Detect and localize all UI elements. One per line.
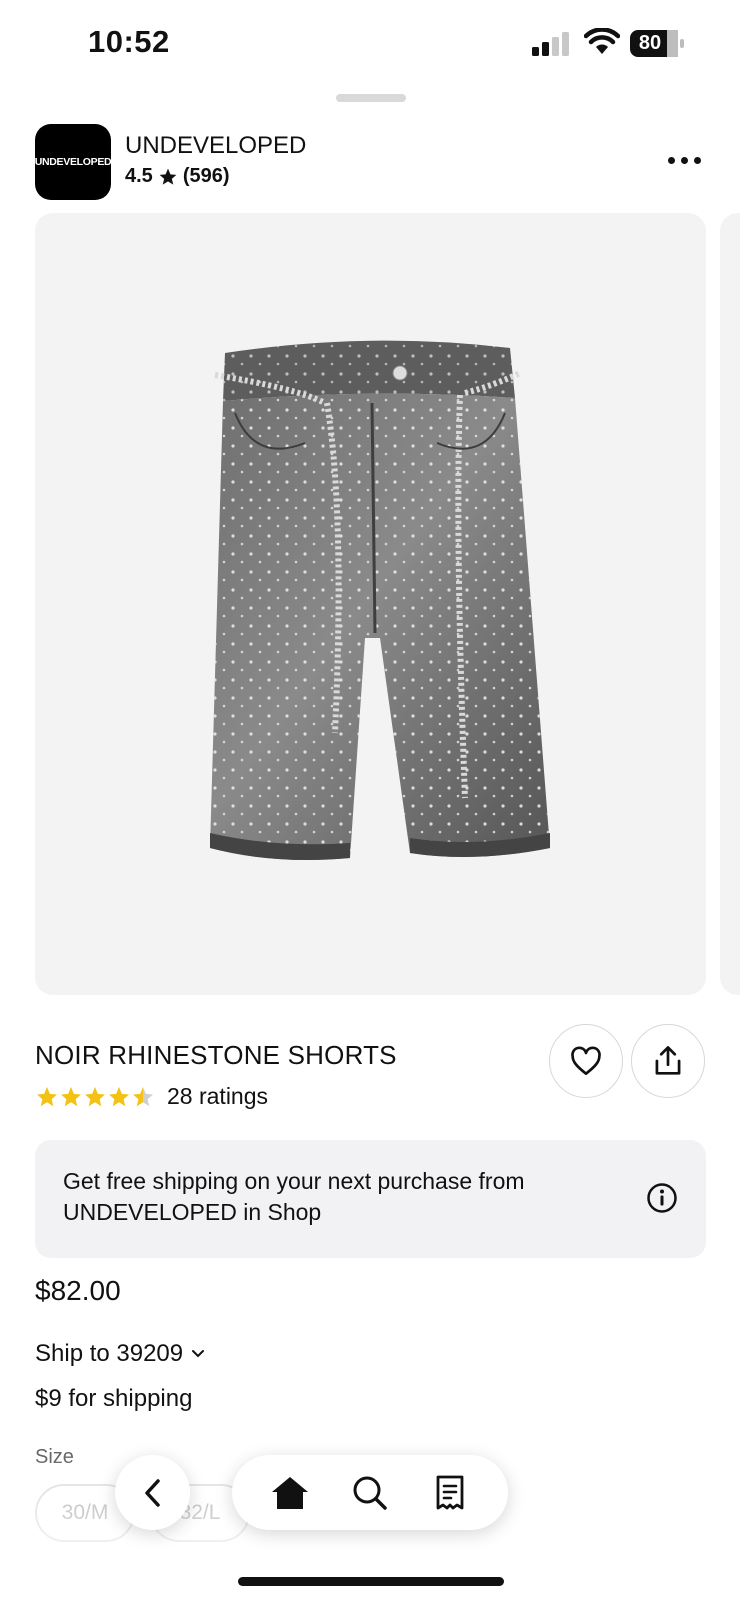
heart-icon — [571, 1046, 601, 1075]
ratings-count: 28 ratings — [167, 1083, 269, 1109]
sheet-grabber[interactable] — [336, 94, 406, 102]
home-indicator — [238, 1577, 504, 1586]
chevron-left-icon — [144, 1478, 160, 1507]
receipt-icon — [436, 1475, 464, 1509]
battery-level: 80 — [638, 32, 662, 54]
wifi-icon — [584, 28, 620, 54]
nav-orders[interactable] — [425, 1468, 475, 1518]
nav-search[interactable] — [345, 1468, 395, 1518]
product-title: NOIR RHINESTONE SHORTS — [35, 1040, 397, 1070]
shop-rating: 4.5 (596) — [125, 165, 230, 188]
size-label: Size — [35, 1446, 74, 1468]
next-image-peek[interactable] — [720, 213, 740, 995]
home-icon — [272, 1476, 308, 1509]
bottom-nav — [232, 1455, 508, 1530]
shop-name[interactable]: UNDEVELOPED — [125, 132, 306, 160]
status-bar: 10:52 80 — [0, 0, 740, 90]
ship-to-label: Ship to 39209 — [35, 1340, 184, 1367]
rating-star — [37, 1086, 57, 1106]
shop-logo-text: UNDEVELOPED — [34, 156, 112, 168]
shop-logo[interactable]: UNDEVELOPED — [34, 124, 112, 200]
more-options-icon[interactable] — [668, 150, 708, 170]
favorite-button[interactable] — [549, 1024, 623, 1098]
star-icon — [159, 168, 177, 185]
product-rating[interactable]: 28 ratings — [35, 1083, 268, 1110]
shipping-cost: $9 for shipping — [35, 1385, 193, 1412]
share-icon — [655, 1046, 681, 1075]
product-image-card[interactable] — [35, 213, 706, 995]
shop-review-count: (596) — [182, 165, 230, 187]
star-rating-icons — [37, 1086, 153, 1106]
status-time: 10:52 — [88, 24, 170, 59]
back-button[interactable] — [115, 1455, 190, 1530]
share-button[interactable] — [631, 1024, 705, 1098]
battery-icon: 80 — [630, 30, 684, 57]
rating-star — [85, 1086, 105, 1106]
rating-star — [61, 1086, 81, 1106]
nav-home[interactable] — [265, 1468, 315, 1518]
shop-rating-value: 4.5 — [125, 165, 153, 187]
ship-to-selector[interactable]: Ship to 39209 — [35, 1340, 205, 1368]
denim-shorts-image — [210, 340, 550, 861]
search-icon — [353, 1476, 387, 1510]
cellular-signal-icon — [532, 32, 569, 56]
free-shipping-banner[interactable]: Get free shipping on your next purchase … — [35, 1140, 706, 1258]
info-icon[interactable] — [646, 1182, 678, 1214]
free-shipping-text: Get free shipping on your next purchase … — [63, 1168, 525, 1225]
chevron-down-icon — [192, 1350, 205, 1358]
rating-star — [109, 1086, 129, 1106]
rating-star — [133, 1086, 153, 1106]
product-price: $82.00 — [35, 1275, 121, 1306]
